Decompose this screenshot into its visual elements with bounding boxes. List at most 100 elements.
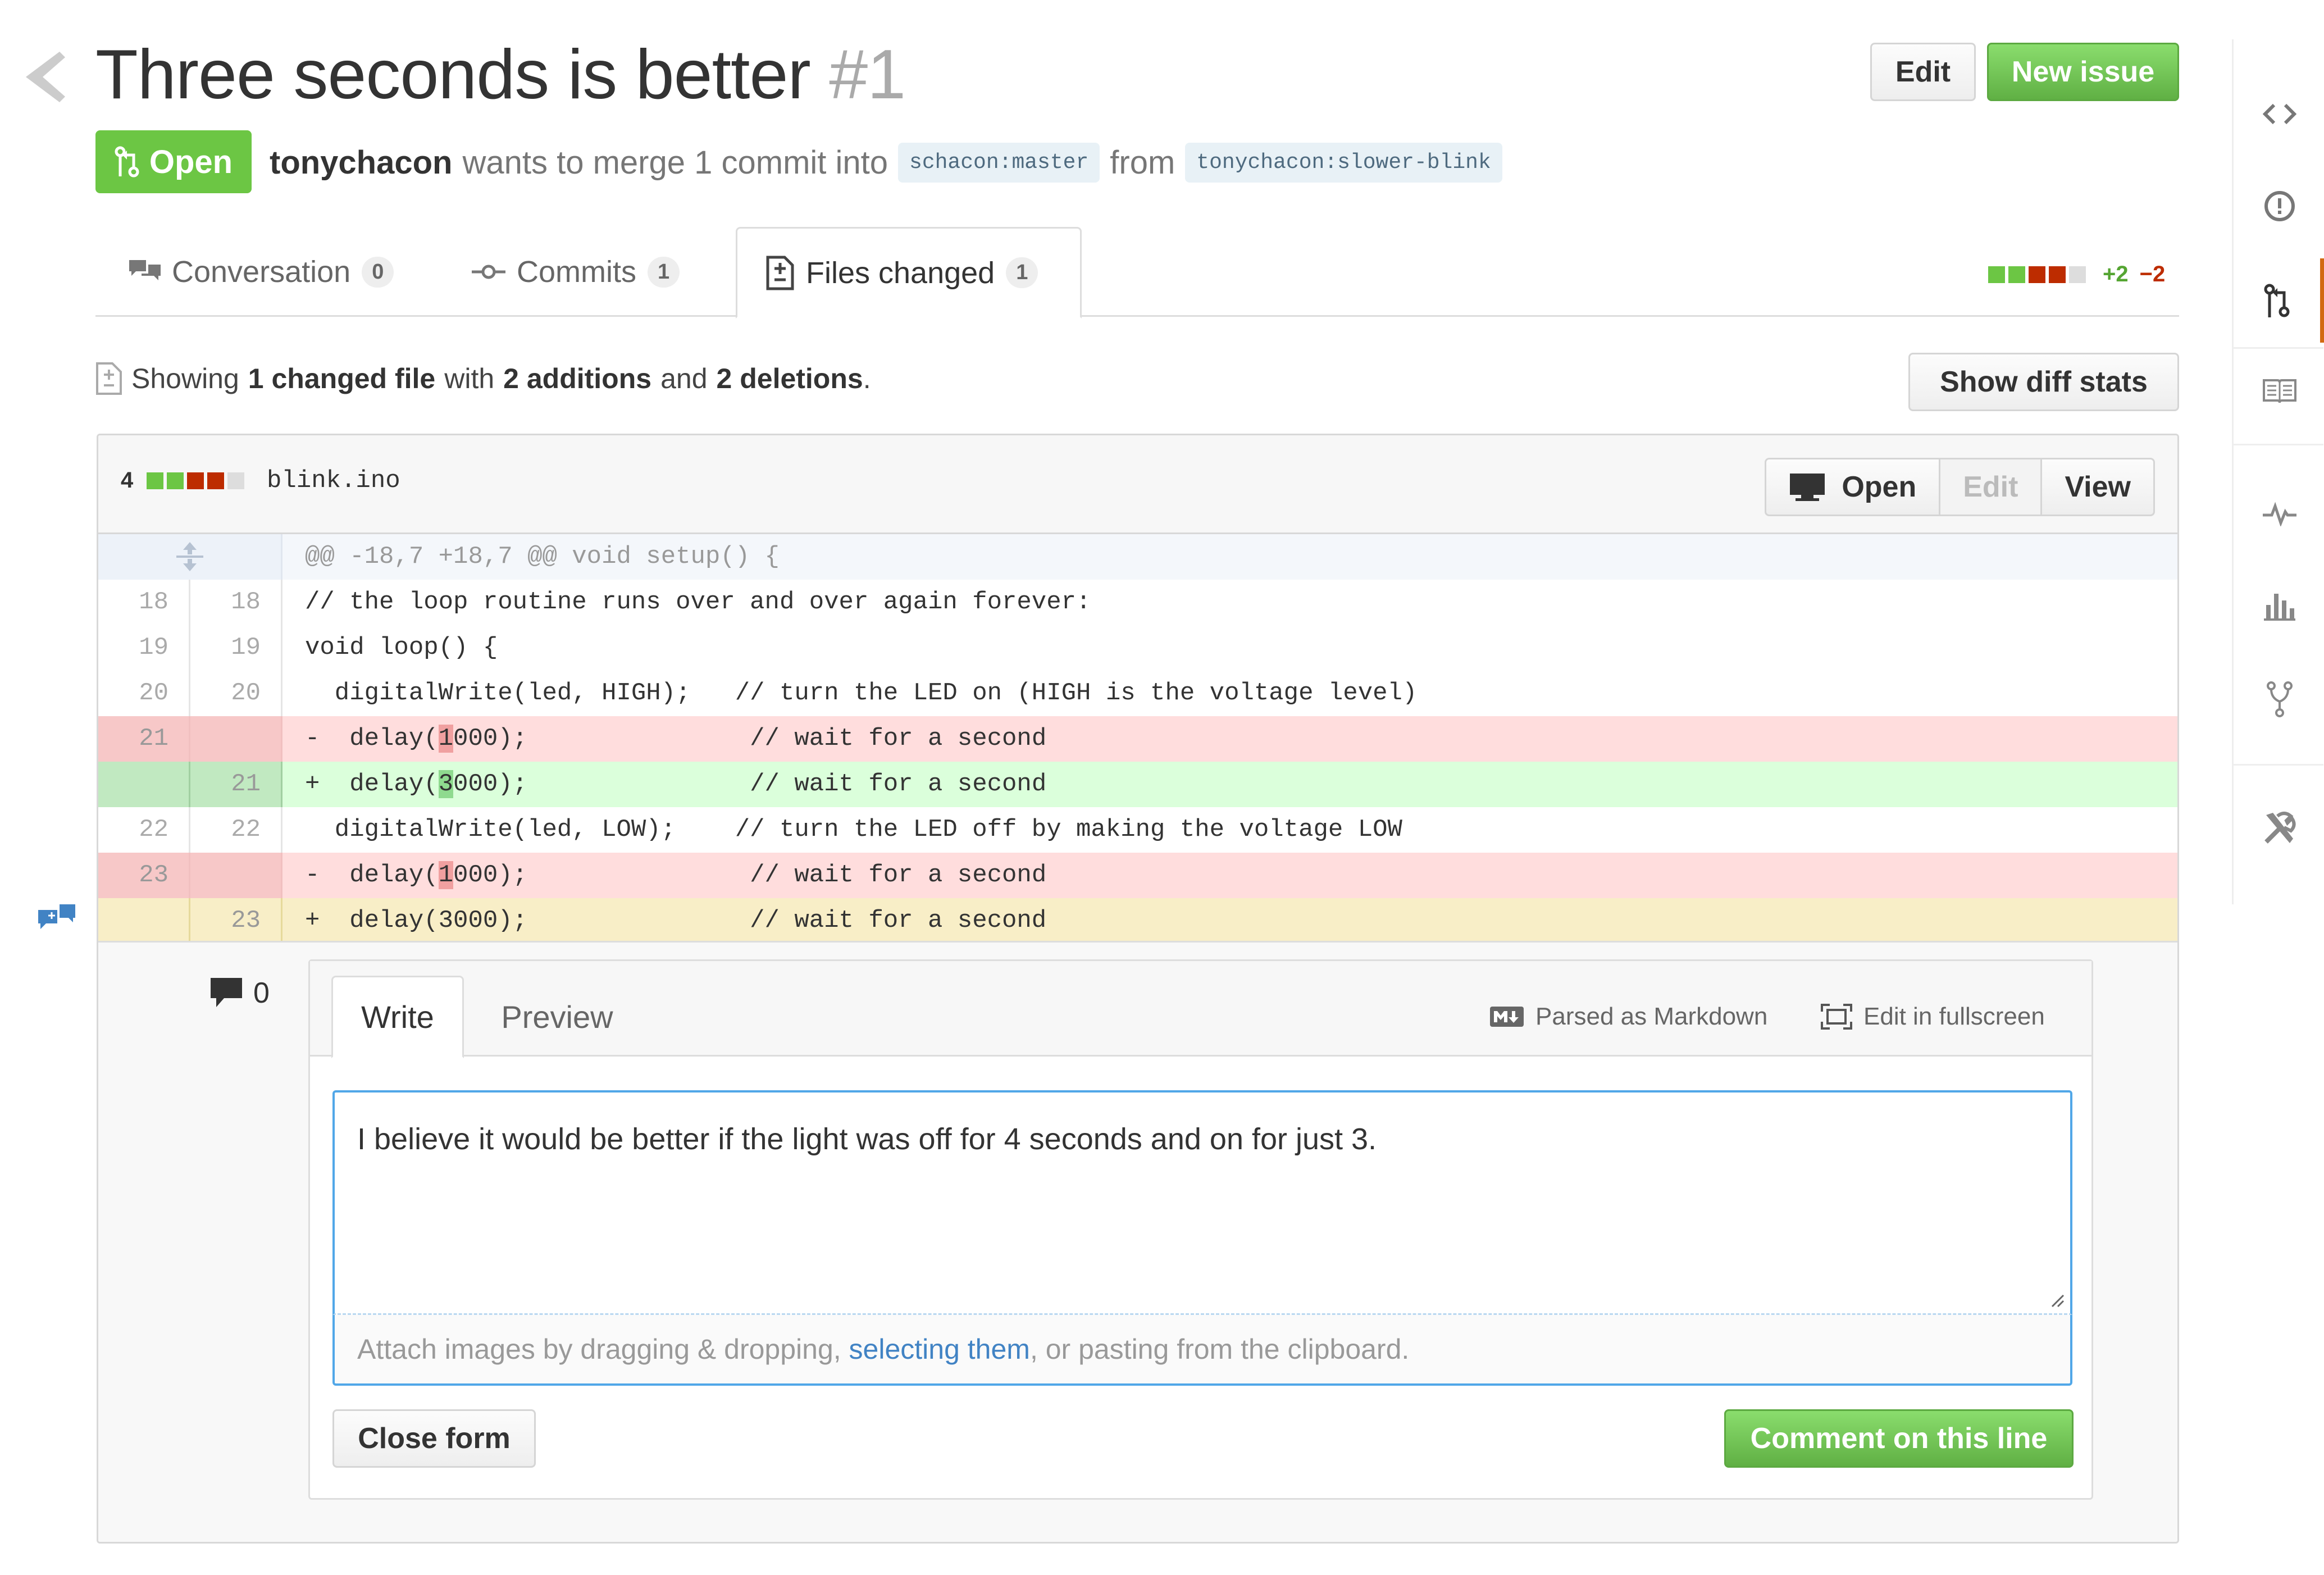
edit-file-button[interactable]: Edit <box>1940 459 2043 515</box>
old-line-number[interactable]: 23 <box>98 853 190 898</box>
pull-request-icon <box>115 146 139 177</box>
file-change-count: 4 <box>121 468 134 493</box>
tab-label: Conversation <box>172 255 351 289</box>
diffstat-block <box>187 472 204 489</box>
new-line-number[interactable]: 18 <box>190 580 282 625</box>
commit-icon <box>472 265 505 279</box>
author-link[interactable]: tonychacon <box>270 144 453 181</box>
diff-row: 18 18 // the loop routine runs over and … <box>98 580 2177 625</box>
code-line: void loop() { <box>305 634 498 662</box>
code-line: - delay(1000); // wait for a second <box>282 853 1046 898</box>
edit-button[interactable]: Edit <box>1870 43 1976 101</box>
old-line-number[interactable]: 18 <box>98 580 190 625</box>
code-text: + delay( <box>305 770 439 798</box>
fullscreen-link[interactable]: Edit in fullscreen <box>1821 1003 2045 1031</box>
summary-files: 1 changed file <box>248 363 436 394</box>
old-line-number[interactable]: 20 <box>98 671 190 716</box>
pulse-icon <box>2263 502 2296 526</box>
old-line-number[interactable]: 22 <box>98 807 190 853</box>
comment-on-line-button[interactable]: Comment on this line <box>1724 1409 2074 1468</box>
tab-count: 1 <box>1006 257 1038 288</box>
file-diff-icon <box>766 256 794 290</box>
diff-row-added: 21 + delay(3000); // wait for a second <box>98 762 2177 807</box>
markdown-icon <box>1490 1007 1524 1027</box>
file-name[interactable]: blink.ino <box>267 467 400 495</box>
code-text: 000); // wait for a second <box>453 861 1047 889</box>
sidebar-item-code[interactable] <box>2234 72 2324 156</box>
head-branch[interactable]: tonychacon:slower-blink <box>1185 143 1502 183</box>
back-arrow-icon[interactable] <box>26 52 65 102</box>
diffstat-block <box>2029 266 2045 283</box>
new-line-number[interactable]: 19 <box>190 625 282 671</box>
select-files-link[interactable]: selecting them <box>849 1333 1030 1365</box>
inline-comment-area: 0 Write Preview Parsed as Markdown Edit … <box>98 941 2177 1542</box>
new-issue-button[interactable]: New issue <box>1987 43 2179 101</box>
code-line: digitalWrite(led, LOW); // turn the LED … <box>305 816 1402 844</box>
old-line-number[interactable] <box>98 762 190 807</box>
new-line-number[interactable] <box>190 853 282 898</box>
code-line: // the loop routine runs over and over a… <box>305 588 1091 616</box>
show-diff-stats-button[interactable]: Show diff stats <box>1908 353 2179 411</box>
markdown-hint[interactable]: Parsed as Markdown <box>1489 1003 1767 1031</box>
comment-text: I believe it would be better if the ligh… <box>357 1122 1377 1156</box>
tab-write[interactable]: Write <box>331 976 464 1058</box>
comment-tabs: Write Preview Parsed as Markdown Edit in… <box>310 961 2091 1058</box>
attach-text: , or pasting from the clipboard. <box>1029 1333 1410 1365</box>
add-line-comment-icon[interactable] <box>38 902 75 934</box>
file-actions: Open Edit View <box>1765 458 2155 516</box>
view-file-button[interactable]: View <box>2042 459 2153 515</box>
code-line: + delay(3000); // wait for a second <box>305 907 1047 935</box>
new-line-number[interactable]: 22 <box>190 807 282 853</box>
diffstat-block <box>1988 266 2005 283</box>
old-line-number[interactable]: 19 <box>98 625 190 671</box>
comment-textarea[interactable]: I believe it would be better if the ligh… <box>332 1090 2072 1315</box>
new-line-number[interactable] <box>190 716 282 762</box>
merge-text: wants to merge 1 commit into <box>462 144 888 181</box>
fullscreen-label: Edit in fullscreen <box>1863 1003 2045 1030</box>
new-line-number[interactable]: 21 <box>190 762 282 807</box>
tab-conversation[interactable]: Conversation 0 <box>129 227 394 317</box>
tab-count: 1 <box>648 256 680 288</box>
settings-icon <box>2264 812 2296 844</box>
old-line-number[interactable] <box>98 898 190 944</box>
diffstat-block <box>147 472 164 489</box>
base-branch[interactable]: schacon:master <box>898 143 1100 183</box>
attach-images-bar[interactable]: Attach images by dragging & dropping, se… <box>332 1315 2072 1386</box>
diffstat-block <box>207 472 225 489</box>
new-line-number[interactable]: 20 <box>190 671 282 716</box>
new-line-number[interactable]: 23 <box>190 898 282 944</box>
summary-text: with <box>444 363 495 394</box>
file-header: 4 blink.ino Open Edit View <box>98 435 2177 534</box>
old-line-number[interactable]: 21 <box>98 716 190 762</box>
summary-text: Showing <box>131 363 239 394</box>
code-line: digitalWrite(led, HIGH); // turn the LED… <box>305 679 1418 707</box>
tab-files-changed[interactable]: Files changed 1 <box>736 227 1082 318</box>
expand-icon[interactable] <box>98 534 282 580</box>
issues-icon <box>2264 191 2295 221</box>
sidebar-item-graphs[interactable] <box>2234 563 2324 647</box>
hunk-text: @@ -18,7 +18,7 @@ void setup() { <box>305 543 780 571</box>
sidebar-divider <box>2234 444 2323 445</box>
summary-additions: 2 additions <box>503 363 652 394</box>
close-form-button[interactable]: Close form <box>332 1409 536 1468</box>
code-text: - delay( <box>305 725 439 753</box>
network-icon <box>2267 681 2293 717</box>
tab-preview[interactable]: Preview <box>479 976 636 1058</box>
resize-handle-icon[interactable] <box>2050 1293 2065 1308</box>
tab-commits[interactable]: Commits 1 <box>472 227 680 317</box>
sidebar-item-settings[interactable] <box>2234 786 2324 871</box>
tab-count: 0 <box>362 256 394 288</box>
open-button[interactable]: Open <box>1766 459 1941 515</box>
sidebar-item-pull-requests[interactable] <box>2234 258 2324 343</box>
summary-text: and <box>660 363 708 394</box>
additions-count: +2 <box>2103 262 2129 286</box>
sidebar-item-pulse[interactable] <box>2234 472 2324 556</box>
file-diff-icon <box>96 362 122 395</box>
pr-tabs: Conversation 0 Commits 1 Files changed 1 <box>95 227 2179 318</box>
sidebar-item-issues[interactable] <box>2234 164 2324 248</box>
sidebar-item-wiki[interactable] <box>2234 348 2324 433</box>
desktop-icon <box>1790 474 1825 501</box>
markdown-hint-label: Parsed as Markdown <box>1535 1003 1768 1030</box>
sidebar-item-network[interactable] <box>2234 657 2324 741</box>
pull-request-icon <box>2264 284 2290 317</box>
